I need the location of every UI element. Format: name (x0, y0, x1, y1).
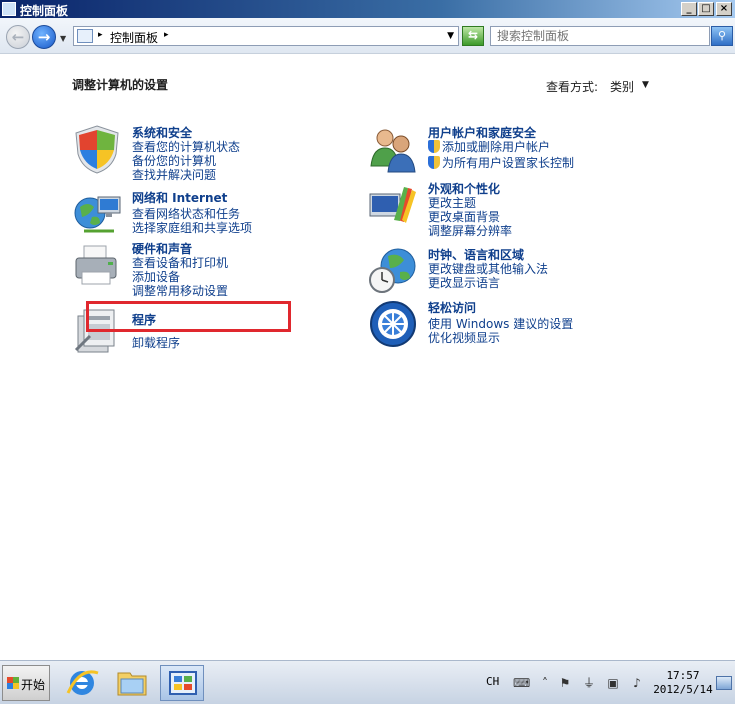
link-optimize-video[interactable]: 优化视频显示 (428, 329, 500, 346)
link-parental-controls[interactable]: 为所有用户设置家长控制 (428, 154, 574, 171)
history-dropdown-icon[interactable]: ▼ (60, 34, 66, 43)
category-user-accounts: 用户帐户和家庭安全 添加或删除用户帐户 为所有用户设置家长控制 (368, 124, 628, 174)
address-dropdown-icon[interactable]: ▼ (447, 31, 454, 41)
link-homegroup-sharing[interactable]: 选择家庭组和共享选项 (132, 219, 252, 236)
close-button[interactable]: × (716, 2, 732, 16)
network-tray-icon[interactable]: ▣ (606, 676, 620, 690)
show-desktop-button[interactable] (716, 676, 732, 690)
taskbar: 开始 CH ⌨ ˄ ⚑ ⏚ ▣ ♪ 17:57 2012/5/14 (0, 660, 735, 704)
link-parental-controls-label[interactable]: 为所有用户设置家长控制 (442, 156, 574, 170)
link-display-language[interactable]: 更改显示语言 (428, 274, 500, 291)
category-ease-of-access: 轻松访问 使用 Windows 建议的设置 优化视频显示 (368, 299, 628, 349)
category-title-network-internet[interactable]: 网络和 Internet (132, 189, 227, 206)
link-uninstall-program[interactable]: 卸载程序 (132, 334, 180, 351)
page-heading: 调整计算机的设置 (72, 78, 169, 92)
category-hardware-sound: 硬件和声音 查看设备和打印机 添加设备 调整常用移动设置 (72, 240, 332, 299)
maximize-button[interactable]: □ (698, 2, 714, 16)
view-by-dropdown-icon[interactable]: ▼ (642, 80, 649, 90)
category-system-security: 系统和安全 查看您的计算机状态 备份您的计算机 查找并解决问题 (72, 124, 332, 183)
link-troubleshoot[interactable]: 查找并解决问题 (132, 166, 216, 183)
network-icon[interactable] (72, 189, 122, 239)
appearance-icon[interactable] (368, 180, 418, 230)
link-add-remove-accounts-label[interactable]: 添加或删除用户帐户 (442, 140, 550, 154)
ease-of-access-icon[interactable] (368, 299, 418, 349)
control-panel-small-icon (77, 29, 93, 43)
refresh-button[interactable]: ⇆ (462, 26, 484, 46)
taskbar-ie[interactable] (60, 665, 104, 701)
search-box[interactable] (490, 26, 710, 46)
keyboard-icon[interactable]: ⌨ (513, 676, 530, 690)
search-input[interactable] (491, 27, 705, 45)
category-network-internet: 网络和 Internet 查看网络状态和任务 选择家庭组和共享选项 (72, 189, 332, 237)
link-mobility-settings[interactable]: 调整常用移动设置 (132, 282, 228, 299)
category-appearance: 外观和个性化 更改主题 更改桌面背景 调整屏幕分辨率 (368, 180, 628, 239)
view-by-label: 查看方式: (546, 80, 599, 94)
breadcrumb-arrow-icon[interactable]: ▸ (164, 30, 169, 40)
volume-icon[interactable]: ♪ (630, 676, 644, 690)
category-title-ease-of-access[interactable]: 轻松访问 (428, 299, 476, 316)
highlight-rectangle (86, 301, 291, 332)
breadcrumb-arrow-icon[interactable]: ▸ (98, 30, 103, 40)
link-add-remove-accounts[interactable]: 添加或删除用户帐户 (428, 138, 550, 155)
title-bar: 控制面板 _ □ × (0, 0, 735, 18)
clock-globe-icon[interactable] (368, 246, 418, 296)
shield-icon[interactable] (72, 124, 122, 174)
users-icon[interactable] (368, 124, 418, 174)
breadcrumb-control-panel[interactable]: 控制面板 (110, 29, 158, 46)
input-language-indicator[interactable]: CH (486, 675, 499, 688)
printer-icon[interactable] (72, 240, 122, 290)
back-button[interactable]: ← (6, 25, 30, 49)
clock-date: 2012/5/14 (653, 683, 713, 696)
system-clock[interactable]: 17:57 2012/5/14 (648, 669, 718, 697)
view-by-dropdown[interactable]: 类别 (610, 78, 634, 95)
minimize-button[interactable]: _ (681, 2, 697, 16)
power-plug-icon[interactable]: ⏚ (582, 676, 596, 690)
folder-icon (117, 672, 147, 696)
back-arrow-icon: ← (11, 28, 25, 46)
link-screen-resolution[interactable]: 调整屏幕分辨率 (428, 222, 512, 239)
address-bar[interactable]: ▸ 控制面板 ▸ ▼ (73, 26, 459, 46)
control-panel-window: 控制面板 _ □ × ← → ▼ ▸ 控制面板 ▸ ▼ ⇆ ⚲ 调整计算机的设置… (0, 0, 735, 660)
clock-time: 17:57 (666, 669, 700, 682)
taskbar-explorer[interactable] (110, 665, 154, 701)
uac-shield-icon (428, 156, 440, 169)
forward-arrow-icon: → (37, 28, 51, 46)
category-clock-language-region: 时钟、语言和区域 更改键盘或其他输入法 更改显示语言 (368, 246, 628, 296)
show-hidden-icons-icon[interactable]: ˄ (538, 676, 552, 690)
windows-logo-icon (7, 683, 19, 689)
start-button[interactable]: 开始 (2, 665, 50, 701)
start-label: 开始 (21, 678, 46, 692)
control-panel-icon (169, 671, 197, 695)
uac-shield-icon (428, 140, 440, 153)
forward-button[interactable]: → (32, 25, 56, 49)
control-panel-icon (2, 2, 16, 16)
internet-explorer-icon (66, 670, 99, 695)
action-center-flag-icon[interactable]: ⚑ (558, 676, 572, 690)
search-icon: ⚲ (717, 29, 727, 42)
search-button[interactable]: ⚲ (711, 26, 733, 46)
window-title: 控制面板 (20, 4, 69, 18)
taskbar-control-panel[interactable] (160, 665, 204, 701)
